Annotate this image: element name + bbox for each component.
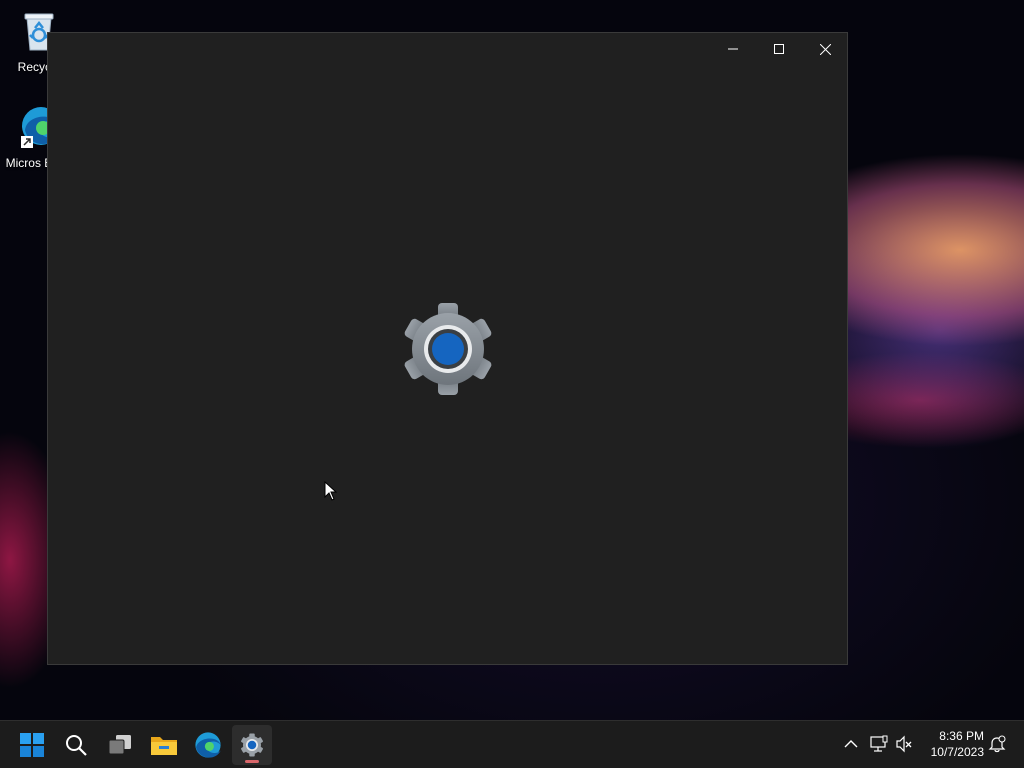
edge-taskbar-button[interactable] xyxy=(188,725,228,765)
search-icon xyxy=(66,735,87,756)
minimize-button[interactable] xyxy=(710,33,756,65)
network-icon xyxy=(870,735,888,752)
settings-splash-gear-icon xyxy=(400,301,496,402)
clock-date: 10/7/2023 xyxy=(930,745,984,759)
notification-center-button[interactable] xyxy=(986,733,1008,755)
close-icon xyxy=(819,43,831,55)
windows-logo-icon xyxy=(20,733,44,757)
volume-muted-icon xyxy=(896,735,912,753)
minimize-icon xyxy=(728,48,738,50)
system-clock[interactable]: 8:36 PM 10/7/2023 xyxy=(922,728,984,760)
start-button[interactable] xyxy=(12,725,52,765)
maximize-button[interactable] xyxy=(756,33,802,65)
settings-taskbar-button[interactable] xyxy=(232,725,272,765)
chevron-up-icon xyxy=(844,740,858,748)
active-app-indicator xyxy=(245,760,259,763)
close-button[interactable] xyxy=(802,33,848,65)
taskbar: 8:36 PM 10/7/2023 xyxy=(0,720,1024,768)
desktop: Recycle Micros Edge xyxy=(0,0,1024,720)
mouse-cursor xyxy=(324,480,338,506)
notification-icon xyxy=(988,735,1006,753)
task-view-icon xyxy=(108,735,131,755)
clock-time: 8:36 PM xyxy=(939,729,984,743)
volume-button[interactable] xyxy=(893,733,915,755)
network-button[interactable] xyxy=(868,733,890,755)
file-explorer-button[interactable] xyxy=(144,725,184,765)
search-button[interactable] xyxy=(56,725,96,765)
settings-window[interactable] xyxy=(47,32,848,665)
show-hidden-icons-button[interactable] xyxy=(840,733,862,755)
edge-icon xyxy=(195,732,221,758)
maximize-icon xyxy=(774,44,784,54)
task-view-button[interactable] xyxy=(100,725,140,765)
gear-icon xyxy=(241,733,263,757)
folder-icon xyxy=(151,737,177,755)
